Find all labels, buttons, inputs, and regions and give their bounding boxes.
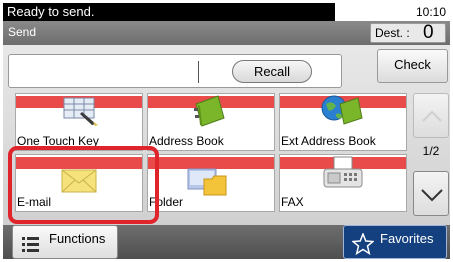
ext-address-book-button[interactable]: Ext Address Book <box>279 93 407 151</box>
clock-area: 10:10 <box>335 3 450 21</box>
destination-count: 0 <box>423 22 434 43</box>
check-button[interactable]: Check <box>377 49 448 83</box>
input-divider <box>198 61 199 83</box>
selection-highlight <box>8 146 159 224</box>
status-message: Ready to send. <box>7 4 95 19</box>
destination-label: Dest. : <box>375 26 410 40</box>
address-book-icon <box>194 95 225 127</box>
tile-label: FAX <box>281 195 304 209</box>
recall-button[interactable]: Recall <box>232 60 312 83</box>
star-icon <box>352 233 374 255</box>
functions-button[interactable]: Functions <box>12 225 118 259</box>
favorites-label: Favorites <box>380 231 434 246</box>
list-icon <box>22 237 39 252</box>
screen-title: Send <box>8 25 37 39</box>
chevron-up-icon <box>422 110 442 122</box>
folder-button[interactable]: Folder <box>147 154 275 212</box>
check-label: Check <box>394 57 431 72</box>
favorites-button[interactable]: Favorites <box>343 225 447 259</box>
functions-label: Functions <box>49 231 106 246</box>
fax-icon <box>323 156 363 188</box>
tile-label: Address Book <box>149 134 224 148</box>
fax-button[interactable]: FAX <box>279 154 407 212</box>
ext-address-book-icon <box>321 95 363 125</box>
chevron-down-icon <box>421 189 443 202</box>
one-touch-key-icon <box>63 97 98 126</box>
scroll-up-button[interactable] <box>413 93 449 138</box>
address-book-button[interactable]: Address Book <box>147 93 275 151</box>
tile-label: Ext Address Book <box>281 134 376 148</box>
folder-icon <box>187 168 227 196</box>
status-bar: Ready to send. 10:10 <box>3 3 450 21</box>
one-touch-key-button[interactable]: One Touch Key <box>15 93 143 151</box>
scroll-down-button[interactable] <box>413 171 449 216</box>
page-indicator: 1/2 <box>422 144 440 158</box>
clock-time: 10:10 <box>415 4 446 20</box>
destination-counter: Dest. : 0 <box>370 22 446 43</box>
